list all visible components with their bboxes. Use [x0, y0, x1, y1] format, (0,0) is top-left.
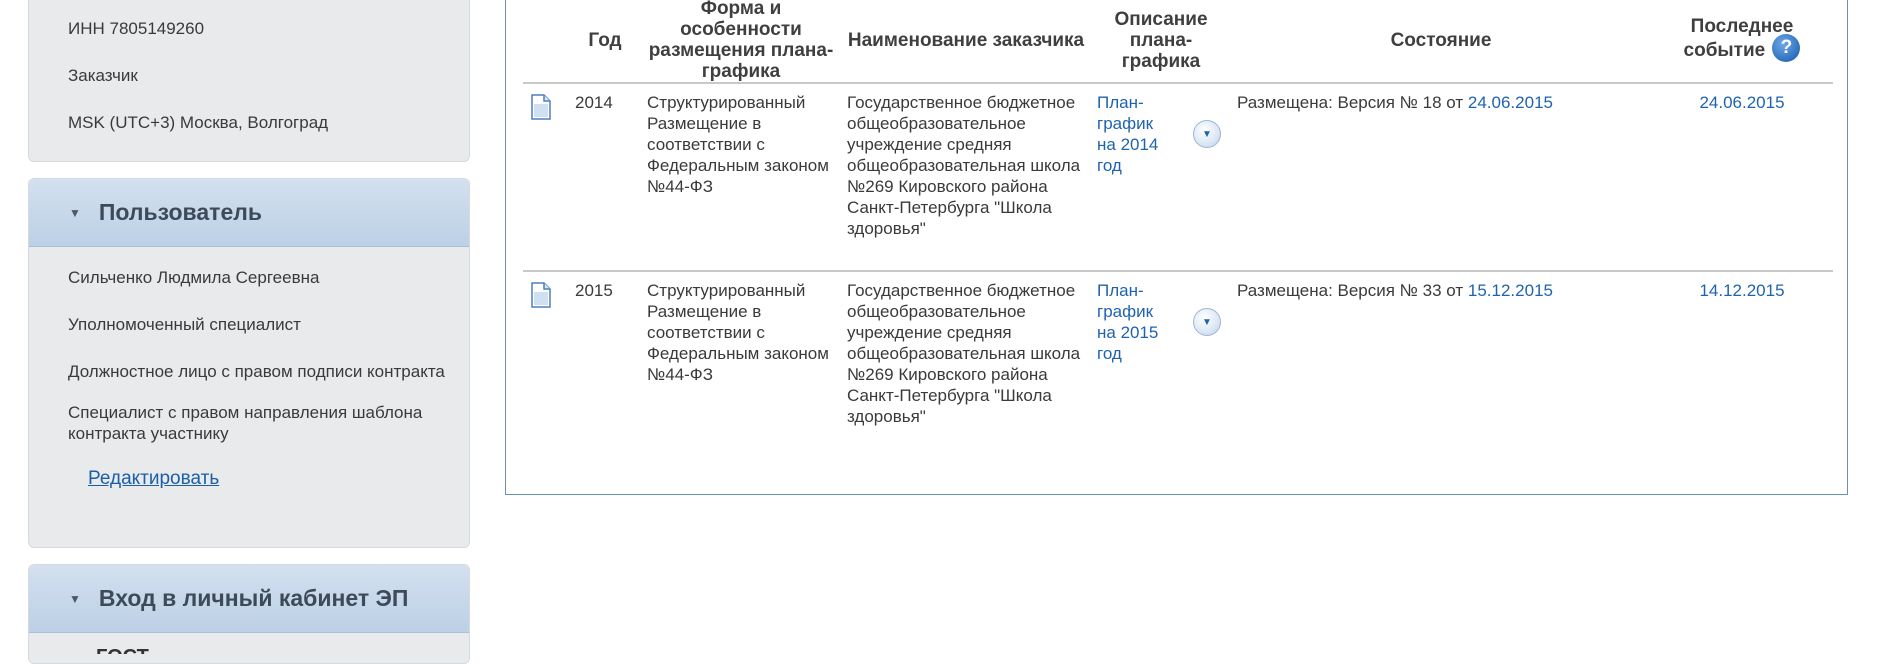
row-state-text: Размещена: Версия № 18 от: [1237, 93, 1464, 112]
row-last-event-cell: 24.06.2015: [1651, 83, 1833, 271]
header-description: Описание плана-графика: [1091, 0, 1231, 84]
organization-panel: ИНН 7805149260 Заказчик MSK (UTC+3) Моск…: [28, 0, 470, 162]
document-icon[interactable]: [531, 94, 551, 120]
edit-user-link[interactable]: Редактировать: [88, 468, 219, 490]
chevron-down-icon[interactable]: ▼: [1193, 120, 1221, 148]
ep-panel-header[interactable]: ▼ Вход в личный кабинет ЭП: [29, 565, 469, 633]
plan-schedule-table: Год Форма и особенности размещения плана…: [523, 0, 1833, 458]
chevron-down-icon[interactable]: ▼: [1193, 308, 1221, 336]
ep-login-panel: ▼ Вход в личный кабинет ЭП: [28, 564, 470, 664]
table-header-row: Год Форма и особенности размещения плана…: [523, 0, 1833, 84]
plan-schedule-table-container: Год Форма и особенности размещения плана…: [505, 0, 1848, 495]
row-icon-cell: [523, 270, 569, 458]
row-description-cell: План-график на 2014 год ▼: [1091, 83, 1231, 271]
user-name: Сильченко Людмила Сергеевна: [68, 268, 320, 287]
help-glyph: ?: [1780, 37, 1793, 58]
row-icon-cell: [523, 83, 569, 271]
row-last-event-link[interactable]: 14.12.2015: [1699, 281, 1784, 300]
row-state-date-link[interactable]: 15.12.2015: [1468, 281, 1553, 300]
user-role-signer: Должностное лицо с правом подписи контра…: [68, 362, 445, 381]
org-role: Заказчик: [68, 66, 138, 85]
caret-down-icon: ▼: [69, 205, 81, 220]
ep-panel-title: Вход в личный кабинет ЭП: [98, 585, 409, 611]
row-state-text: Размещена: Версия № 33 от: [1237, 281, 1464, 300]
ep-cut-text: ГОСТ: [96, 646, 149, 654]
row-form: Структурированный Размещение в соответст…: [641, 270, 841, 458]
sidebar: ИНН 7805149260 Заказчик MSK (UTC+3) Моск…: [28, 0, 470, 664]
user-panel-title: Пользователь: [98, 199, 262, 225]
header-year: Год: [569, 0, 641, 84]
org-timezone: MSK (UTC+3) Москва, Волгоград: [68, 113, 329, 132]
plan-schedule-link[interactable]: План-график на 2015 год: [1097, 280, 1169, 364]
user-role-specialist: Уполномоченный специалист: [68, 315, 301, 334]
header-customer: Наименование заказчика: [841, 0, 1091, 84]
row-last-event-cell: 14.12.2015: [1651, 270, 1833, 458]
row-customer: Государственное бюджетное общеобразовате…: [847, 93, 1081, 238]
row-last-event-link[interactable]: 24.06.2015: [1699, 93, 1784, 112]
row-state-date-link[interactable]: 24.06.2015: [1468, 93, 1553, 112]
table-row: 2014 Структурированный Размещение в соот…: [523, 83, 1833, 271]
help-icon[interactable]: ?: [1772, 33, 1801, 62]
header-icon-col: [523, 0, 569, 84]
row-state-cell: Размещена: Версия № 33 от 15.12.2015: [1231, 270, 1651, 458]
header-last-event: Последнее событие ?: [1651, 0, 1833, 84]
user-panel-header[interactable]: ▼ Пользователь: [29, 179, 469, 247]
user-role-template: Специалист с правом направления шаблона …: [68, 403, 423, 443]
user-panel: ▼ Пользователь Сильченко Людмила Сергеев…: [28, 178, 470, 548]
user-panel-body: Сильченко Людмила Сергеевна Уполномоченн…: [29, 247, 469, 490]
org-inn: ИНН 7805149260: [68, 19, 205, 38]
plan-schedule-link[interactable]: План-график на 2014 год: [1097, 92, 1169, 176]
document-icon[interactable]: [531, 282, 551, 308]
header-form: Форма и особенности размещения плана-гра…: [641, 0, 841, 84]
row-year: 2014: [575, 93, 613, 112]
row-state-cell: Размещена: Версия № 18 от 24.06.2015: [1231, 83, 1651, 271]
header-state: Состояние: [1231, 0, 1651, 84]
row-year: 2015: [569, 270, 641, 458]
caret-down-icon: ▼: [69, 591, 81, 606]
row-form: Структурированный Размещение в соответст…: [647, 93, 829, 196]
row-customer: Государственное бюджетное общеобразовате…: [841, 270, 1091, 458]
row-description-cell: План-график на 2015 год ▼: [1091, 270, 1231, 458]
table-row: 2015 Структурированный Размещение в соот…: [523, 270, 1833, 458]
